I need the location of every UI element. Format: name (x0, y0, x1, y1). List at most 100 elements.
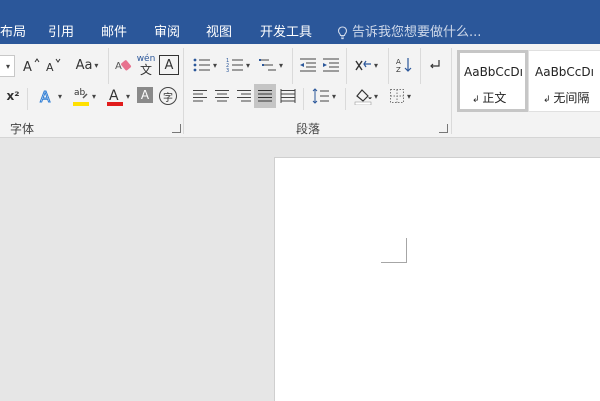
paragraph-dialog-launcher[interactable] (439, 124, 448, 133)
borders-icon (389, 89, 404, 103)
superscript-label: x² (6, 89, 20, 103)
sort-az-icon: AZ (396, 58, 412, 74)
svg-text:A: A (109, 88, 119, 104)
divider (292, 48, 293, 84)
show-formatting-marks-button[interactable] (426, 55, 444, 75)
paragraph-mark-icon: ↲ (543, 95, 554, 105)
svg-text:A: A (46, 61, 54, 74)
eraser-icon: A (115, 60, 132, 72)
style-no-spacing-name: 无间隔 (553, 91, 590, 105)
justify-button[interactable] (254, 84, 276, 108)
ribbon-home: ▾ A A Aa ▾ A wén 文 A x² A ▾ ab ▾ A ▾ A 字 字体 … (0, 44, 600, 138)
paint-bucket-icon (354, 89, 372, 105)
clear-formatting-button[interactable]: A (114, 55, 134, 75)
chinese-layout-icon (355, 60, 371, 71)
lightbulb-icon (337, 25, 348, 40)
style-normal-sample: AaBbCcDı (464, 65, 523, 79)
shrink-font-icon: A (46, 58, 61, 74)
svg-text:A: A (23, 60, 32, 74)
align-left-icon (193, 90, 207, 102)
line-spacing-button[interactable]: ▾ (309, 86, 339, 106)
tell-me-box[interactable]: 告诉我您想要做什么... (337, 21, 481, 40)
align-right-button[interactable] (234, 86, 254, 106)
highlight-color-button[interactable]: ab ▾ (68, 84, 100, 108)
tab-review[interactable]: 审阅 (154, 21, 180, 40)
paragraph-group-label: 段落 (296, 122, 321, 136)
enclose-characters-label: 字 (163, 92, 173, 104)
enclose-characters-button[interactable]: 字 (159, 87, 177, 105)
line-spacing-icon (312, 88, 329, 104)
shrink-font-button[interactable]: A (44, 55, 64, 75)
font-dialog-launcher[interactable] (172, 124, 181, 133)
svg-text:A: A (115, 61, 122, 72)
tab-developer[interactable]: 开发工具 (260, 21, 312, 40)
increase-indent-icon (323, 58, 339, 72)
change-case-button[interactable]: Aa ▾ (72, 55, 102, 75)
decrease-indent-icon (300, 58, 316, 72)
multilevel-list-button[interactable]: ▾ (256, 55, 286, 75)
divider (345, 88, 346, 110)
increase-indent-button[interactable] (321, 55, 341, 75)
tab-layout[interactable]: 布局 (0, 21, 26, 40)
svg-text:Z: Z (396, 66, 401, 74)
character-shading-button[interactable]: A (137, 87, 153, 103)
svg-text:A: A (40, 88, 51, 105)
borders-button[interactable]: ▾ (385, 86, 415, 106)
sort-button[interactable]: AZ (394, 55, 414, 75)
bullets-icon (193, 58, 210, 72)
decrease-indent-button[interactable] (298, 55, 318, 75)
bullets-button[interactable]: ▾ (190, 55, 220, 75)
phonetic-guide-button[interactable]: wén 文 (136, 53, 156, 77)
paragraph-mark-icon (430, 60, 440, 69)
divider (388, 48, 389, 84)
style-no-spacing[interactable]: AaBbCcDı ↲ 无间隔 (528, 50, 600, 112)
divider (108, 48, 109, 84)
margin-corner-mark (381, 262, 406, 263)
numbering-icon: 123 (226, 58, 243, 73)
svg-text:A: A (396, 58, 401, 66)
font-color-icon: A (106, 88, 123, 106)
tab-view[interactable]: 视图 (206, 21, 232, 40)
text-effects-button[interactable]: A ▾ (34, 86, 66, 106)
shading-button[interactable]: ▾ (351, 86, 381, 106)
distributed-icon (280, 89, 296, 103)
ribbon-tab-bar: 布局 引用 邮件 审阅 视图 开发工具 告诉我您想要做什么... (0, 14, 600, 44)
chinese-layout-button[interactable]: ▾ (351, 55, 381, 75)
font-size-dropdown[interactable]: ▾ (0, 55, 15, 77)
align-center-icon (215, 90, 229, 102)
multilevel-list-icon (258, 59, 276, 71)
svg-text:3: 3 (226, 68, 229, 73)
justify-icon (258, 90, 272, 102)
numbering-button[interactable]: 1 2 3 ▾ (223, 55, 253, 75)
character-border-label: A (164, 57, 174, 73)
grow-font-icon: A (23, 58, 40, 74)
align-left-button[interactable] (190, 86, 210, 106)
font-color-button[interactable]: A ▾ (102, 84, 134, 108)
superscript-button[interactable]: x² (3, 86, 23, 106)
highlighter-icon: ab (72, 88, 89, 106)
paragraph-mark-icon: ↲ (472, 95, 483, 105)
align-right-icon (237, 90, 251, 102)
character-shading-label: A (140, 88, 150, 102)
group-divider (183, 48, 184, 134)
title-bar (0, 0, 600, 14)
distributed-button[interactable] (278, 86, 298, 106)
divider (346, 48, 347, 84)
margin-corner-mark (406, 238, 407, 263)
tab-references[interactable]: 引用 (48, 21, 74, 40)
divider (303, 88, 304, 110)
tell-me-placeholder: 告诉我您想要做什么... (352, 25, 482, 40)
text-effects-icon: A (39, 88, 51, 106)
grow-font-button[interactable]: A (22, 55, 42, 75)
tab-mailings[interactable]: 邮件 (101, 21, 127, 40)
phonetic-guide-bottom: 文 (139, 62, 152, 77)
align-center-button[interactable] (212, 86, 232, 106)
style-normal-name: 正文 (482, 91, 507, 105)
document-page[interactable] (274, 157, 600, 401)
style-normal[interactable]: AaBbCcDı ↲ 正文 (457, 50, 528, 112)
font-group-label: 字体 (10, 122, 35, 136)
character-border-button[interactable]: A (159, 55, 179, 75)
divider (27, 88, 28, 110)
divider (420, 48, 421, 84)
style-no-spacing-sample: AaBbCcDı (535, 65, 594, 79)
